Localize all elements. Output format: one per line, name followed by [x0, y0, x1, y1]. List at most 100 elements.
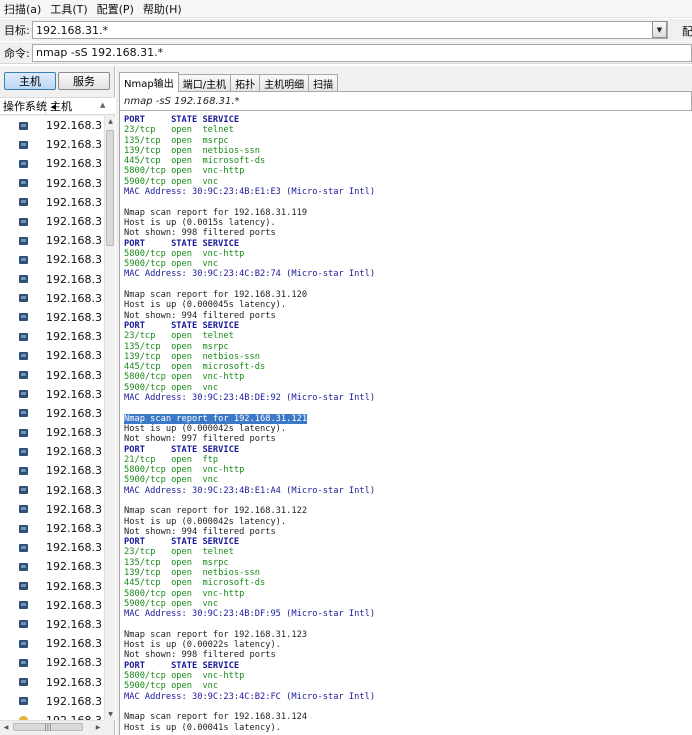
os-cell: [0, 294, 46, 303]
output-line: 445/tcp open microsoft-ds: [124, 156, 692, 166]
target-input[interactable]: 192.168.31.*: [32, 21, 668, 39]
output-line: Nmap scan report for 192.168.31.119: [124, 208, 692, 218]
output-line-text: Host is up (0.00022s latency).: [124, 640, 281, 651]
host-row[interactable]: 192.168.3: [0, 711, 104, 720]
tab-topology[interactable]: 拓扑: [230, 74, 261, 92]
output-line-text: Not shown: 998 filtered ports: [124, 650, 276, 661]
tab-host-details[interactable]: 主机明细: [259, 74, 310, 92]
output-line-text: Nmap scan report for 192.168.31.121: [124, 413, 308, 424]
hosts-button[interactable]: 主机: [4, 72, 56, 90]
host-row[interactable]: 192.168.3: [0, 577, 104, 596]
host-ip: 192.168.3: [46, 406, 102, 420]
hscroll-thumb[interactable]: |||: [13, 723, 83, 731]
host-row[interactable]: 192.168.3: [0, 692, 104, 711]
host-row[interactable]: 192.168.3: [0, 461, 104, 480]
output-line-text: Nmap scan report for 192.168.31.123: [124, 629, 308, 640]
profile-label: 配: [682, 25, 692, 38]
nmap-output-text[interactable]: PORT STATE SERVICE 23/tcp open telnet 135/…: [119, 111, 692, 735]
scroll-right-icon[interactable]: ▶: [92, 721, 104, 733]
host-row[interactable]: 192.168.3: [0, 385, 104, 404]
host-row[interactable]: 192.168.3: [0, 308, 104, 327]
host-row[interactable]: 192.168.3: [0, 615, 104, 634]
output-panel: Nmap输出 端口/主机 拓扑 主机明细 扫描 nmap -sS 192.168…: [116, 66, 692, 735]
host-ip: 192.168.3: [46, 310, 102, 324]
scroll-down-icon[interactable]: ▼: [105, 709, 116, 720]
tab-scans[interactable]: 扫描: [308, 74, 339, 92]
host-ip: 192.168.3: [46, 694, 102, 708]
host-row[interactable]: 192.168.3: [0, 154, 104, 173]
host-row[interactable]: 192.168.3: [0, 423, 104, 442]
host-ip: 192.168.3: [46, 541, 102, 555]
host-row[interactable]: 192.168.3: [0, 116, 104, 135]
command-input[interactable]: nmap -sS 192.168.31.*: [32, 43, 692, 62]
host-row[interactable]: 192.168.3: [0, 193, 104, 212]
host-ip: 192.168.3: [46, 195, 102, 209]
host-row[interactable]: 192.168.3: [0, 289, 104, 308]
host-row[interactable]: 192.168.3: [0, 346, 104, 365]
host-row[interactable]: 192.168.3: [0, 404, 104, 423]
host-row[interactable]: 192.168.3: [0, 500, 104, 519]
output-command-select[interactable]: nmap -sS 192.168.31.*: [119, 91, 692, 111]
host-list-hscrollbar[interactable]: ◀ ||| ▶: [0, 720, 104, 733]
os-cell: [0, 466, 46, 475]
host-row[interactable]: 192.168.3: [0, 442, 104, 461]
output-line-text: MAC Address: 30:9C:23:4C:B2:FC (Micro-st…: [124, 691, 376, 702]
menu-scan[interactable]: 扫描(a): [4, 1, 41, 17]
output-line: 139/tcp open netbios-ssn: [124, 568, 692, 578]
host-row[interactable]: 192.168.3: [0, 519, 104, 538]
host-row[interactable]: 192.168.3: [0, 538, 104, 557]
windows-os-icon: [18, 486, 28, 495]
host-row[interactable]: 192.168.3: [0, 557, 104, 576]
output-line-text: 139/tcp open netbios-ssn: [124, 568, 260, 579]
host-row[interactable]: 192.168.3: [0, 250, 104, 269]
os-cell: [0, 198, 46, 207]
output-line: MAC Address: 30:9C:23:4B:E1:E3 (Micro-st…: [124, 187, 692, 197]
target-dropdown-button[interactable]: ▼: [652, 21, 667, 38]
host-row[interactable]: 192.168.3: [0, 672, 104, 691]
output-line-text: MAC Address: 30:9C:23:4B:DE:92 (Micro-st…: [124, 393, 376, 404]
host-row[interactable]: 192.168.3: [0, 653, 104, 672]
os-cell: [0, 140, 46, 149]
windows-os-icon: [18, 562, 28, 571]
windows-os-icon: [18, 697, 28, 706]
output-line-text: Host is up (0.0015s latency).: [124, 217, 276, 228]
scroll-left-icon[interactable]: ◀: [0, 721, 12, 733]
column-os[interactable]: 操作系统 ◂: [0, 98, 56, 114]
host-row[interactable]: 192.168.3: [0, 212, 104, 231]
column-host[interactable]: 主机: [46, 98, 72, 114]
host-row[interactable]: 192.168.3: [0, 270, 104, 289]
menu-tools[interactable]: 工具(T): [50, 1, 87, 17]
services-button[interactable]: 服务: [58, 72, 110, 90]
output-line: Not shown: 994 filtered ports: [124, 527, 692, 537]
host-row[interactable]: 192.168.3: [0, 174, 104, 193]
tab-nmap-output[interactable]: Nmap输出: [119, 72, 179, 92]
host-row[interactable]: 192.168.3: [0, 327, 104, 346]
os-cell: [0, 486, 46, 495]
host-row[interactable]: 192.168.3: [0, 135, 104, 154]
output-line-text: 5800/tcp open vnc-http: [124, 465, 245, 476]
menu-help[interactable]: 帮助(H): [143, 1, 182, 17]
output-line-text: Nmap scan report for 192.168.31.122: [124, 506, 308, 517]
output-line: 445/tcp open microsoft-ds: [124, 362, 692, 372]
host-row[interactable]: 192.168.3: [0, 634, 104, 653]
host-list-scrollbar[interactable]: ▲ ▼: [104, 116, 115, 720]
os-cell: [0, 562, 46, 571]
windows-os-icon: [18, 371, 28, 380]
scroll-thumb[interactable]: [106, 130, 114, 246]
host-ip: 192.168.3: [46, 272, 102, 286]
output-line: 5900/tcp open vnc: [124, 259, 692, 269]
output-line: MAC Address: 30:9C:23:4C:B2:FC (Micro-st…: [124, 692, 692, 702]
host-ip: 192.168.3: [46, 253, 102, 267]
tab-ports-hosts[interactable]: 端口/主机: [177, 74, 232, 92]
host-row[interactable]: 192.168.3: [0, 596, 104, 615]
chevron-down-icon: ▼: [656, 25, 663, 34]
host-row[interactable]: 192.168.3: [0, 231, 104, 250]
host-row[interactable]: 192.168.3: [0, 365, 104, 384]
scroll-up-icon[interactable]: ▲: [105, 116, 116, 127]
host-row[interactable]: 192.168.3: [0, 481, 104, 500]
host-ip: 192.168.3: [46, 522, 102, 536]
menu-profile[interactable]: 配置(P): [97, 1, 134, 17]
windows-os-icon: [18, 678, 28, 687]
windows-os-icon: [18, 524, 28, 533]
output-line-text: 5800/tcp open vnc-http: [124, 166, 245, 177]
